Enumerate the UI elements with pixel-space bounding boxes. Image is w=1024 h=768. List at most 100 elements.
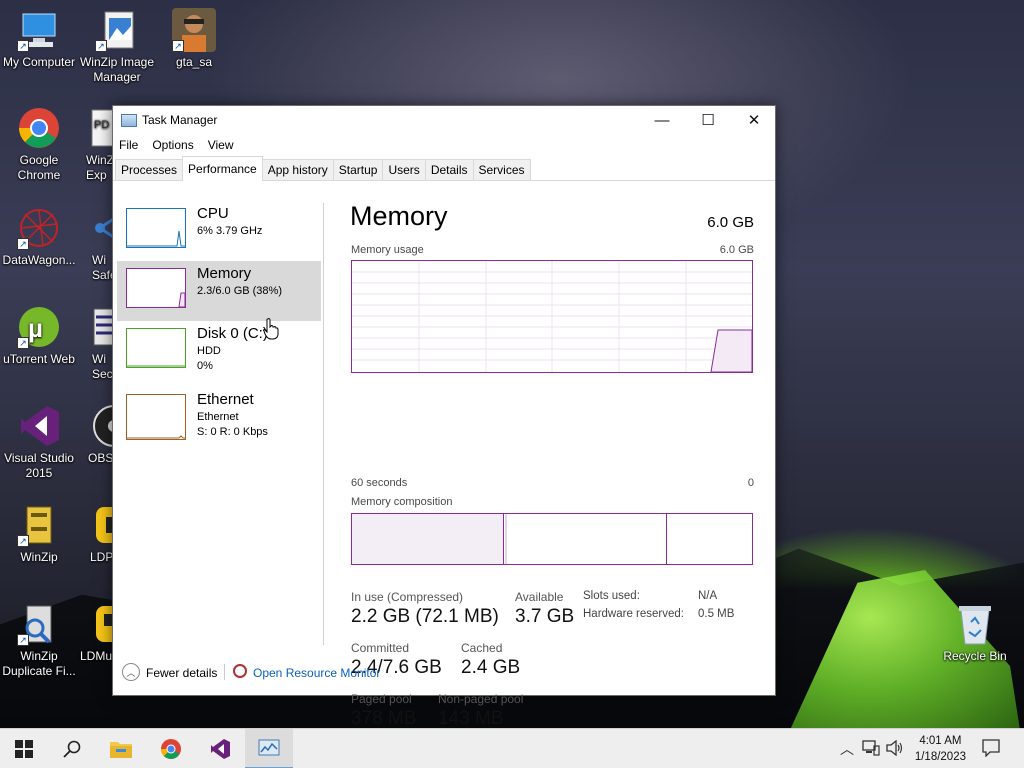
taskbar: ︿ 4:01 AM 1/18/2023 <box>0 728 1024 768</box>
desktop-icon-label: DataWagon... <box>2 253 76 267</box>
non-paged-pool-value: 143 MB <box>438 708 504 729</box>
resource-detail: 2.3/6.0 GB (38%) <box>197 285 282 297</box>
resource-name: Memory <box>197 265 252 282</box>
maximize-button[interactable]: ☐ <box>685 106 731 134</box>
memory-usage-graph <box>351 260 753 373</box>
winzip-icon: ↗ <box>17 503 61 547</box>
resource-detail-2: 0% <box>197 360 213 372</box>
desktop-icon-visual-studio-2015[interactable]: Visual Studio 2015 <box>0 404 78 481</box>
tab-details[interactable]: Details <box>424 159 474 180</box>
composition-in-use <box>352 514 504 564</box>
in-use-value: 2.2 GB (72.1 MB) <box>351 606 499 627</box>
desktop-icon-recycle-bin[interactable]: Recycle Bin <box>936 602 1014 664</box>
resource-monitor-icon <box>233 664 247 678</box>
memory-usage-label: Memory usage <box>351 244 424 256</box>
recycle-bin-icon <box>953 602 997 646</box>
tab-processes[interactable]: Processes <box>115 159 184 180</box>
available-value: 3.7 GB <box>515 606 575 627</box>
desktop-icon-datawagon[interactable]: ↗ DataWagon... <box>0 206 78 268</box>
menu-view[interactable]: View <box>208 138 234 152</box>
graph-time-right: 0 <box>747 477 754 489</box>
panel-heading: Memory <box>350 201 448 231</box>
resource-item-ethernet[interactable]: Ethernet Ethernet S: 0 R: 0 Kbps <box>117 387 321 447</box>
menu-options[interactable]: Options <box>152 138 193 152</box>
desktop-icon-my-computer[interactable]: ↗ My Computer <box>0 8 78 70</box>
taskbar-file-explorer[interactable] <box>97 729 145 768</box>
resource-item-memory[interactable]: Memory 2.3/6.0 GB (38%) <box>117 261 321 321</box>
desktop-icon-utorrent-web[interactable]: µ ↗ uTorrent Web <box>0 305 78 367</box>
desktop-icon-winzip-image-manager[interactable]: ↗ WinZip Image Manager <box>78 8 156 85</box>
disk-thumbnail-graph <box>126 328 186 368</box>
clock-time: 4:01 AM <box>919 735 962 747</box>
desktop-icon-label: gta_sa <box>175 55 213 69</box>
title-bar[interactable]: Task Manager — ☐ ✕ <box>113 106 775 134</box>
chevron-up-icon[interactable]: ︿ <box>122 663 140 681</box>
desktop-icon-winzip[interactable]: ↗ WinZip <box>0 503 78 565</box>
resource-detail-2: S: 0 R: 0 Kbps <box>197 426 268 438</box>
taskbar-chrome[interactable] <box>147 729 195 768</box>
resource-item-cpu[interactable]: CPU 6% 3.79 GHz <box>117 201 321 261</box>
resource-item-disk[interactable]: Disk 0 (C:) HDD 0% <box>117 321 321 381</box>
hardware-reserved-value: 0.5 MB <box>698 608 735 620</box>
taskbar-clock[interactable]: 4:01 AM 1/18/2023 <box>915 733 966 765</box>
desktop-icon-google-chrome[interactable]: Google Chrome <box>0 106 78 183</box>
task-manager-app-icon <box>121 114 137 127</box>
pane-divider[interactable] <box>323 203 324 645</box>
clock-date: 1/18/2023 <box>914 751 966 763</box>
resource-list: CPU 6% 3.79 GHz Memory 2.3/6.0 GB (38%) … <box>113 201 323 646</box>
desktop-icon-label: WinZip <box>20 550 58 564</box>
tab-performance[interactable]: Performance <box>182 156 263 181</box>
committed-label: Committed <box>351 641 410 655</box>
hardware-reserved-label: Hardware reserved: <box>583 608 684 620</box>
menu-file[interactable]: File <box>119 138 138 152</box>
taskbar-visual-studio[interactable] <box>196 729 244 768</box>
graph-time-left: 60 seconds <box>351 477 408 489</box>
notifications-icon[interactable] <box>982 739 1000 760</box>
tab-startup[interactable]: Startup <box>332 159 384 180</box>
desktop-icon-label: Google Chrome <box>17 153 61 182</box>
visual-studio-icon <box>211 739 230 759</box>
svg-text:µ: µ <box>28 313 43 343</box>
chrome-icon <box>161 739 181 759</box>
gta-sa-icon: ↗ <box>172 8 216 52</box>
close-button[interactable]: ✕ <box>731 106 777 134</box>
paged-pool-label: Paged pool <box>351 692 412 706</box>
folder-icon <box>110 742 132 758</box>
utorrent-icon: µ ↗ <box>17 305 61 349</box>
tab-services[interactable]: Services <box>472 159 531 180</box>
chevron-up-icon[interactable]: ︿ <box>840 739 854 759</box>
task-manager-window: Task Manager — ☐ ✕ File Options View Pro… <box>112 105 776 729</box>
taskbar-task-manager[interactable] <box>245 729 293 768</box>
search-button[interactable] <box>48 729 96 768</box>
start-button[interactable] <box>0 729 48 768</box>
slots-used-value: N/A <box>698 590 718 602</box>
available-label: Available <box>515 590 564 604</box>
computer-icon: ↗ <box>17 8 61 52</box>
fewer-details-link[interactable]: Fewer details <box>146 666 217 680</box>
volume-icon[interactable] <box>886 739 904 759</box>
hand-cursor-icon <box>263 318 279 340</box>
chrome-icon <box>17 106 61 150</box>
open-resource-monitor-link[interactable]: Open Resource Monitor <box>253 666 380 680</box>
cpu-thumbnail-graph <box>126 208 186 248</box>
desktop-icon-label: My Computer <box>2 55 76 69</box>
resource-name: Ethernet <box>197 391 254 408</box>
resource-name: Disk 0 (C:) <box>197 325 268 342</box>
memory-thumbnail-graph <box>126 268 186 308</box>
in-use-label: In use (Compressed) <box>351 590 464 604</box>
desktop-icon-label: Visual Studio 2015 <box>4 451 74 480</box>
desktop-icon-winzip-duplicate-finder[interactable]: ↗ WinZip Duplicate Fi... <box>0 602 78 679</box>
svg-text:PD: PD <box>94 119 109 131</box>
minimize-button[interactable]: — <box>639 106 685 134</box>
resource-name: CPU <box>197 205 229 222</box>
search-icon <box>63 740 81 758</box>
tab-users[interactable]: Users <box>382 159 426 180</box>
desktop-icon-gta-sa[interactable]: ↗ gta_sa <box>155 8 233 70</box>
task-manager-icon <box>258 739 280 756</box>
footer-bar: ︿ Fewer details Open Resource Monitor <box>113 659 775 685</box>
menu-bar: File Options View <box>113 134 775 156</box>
network-icon[interactable] <box>862 740 880 759</box>
ethernet-thumbnail-graph <box>126 394 186 440</box>
tab-app-history[interactable]: App history <box>261 159 334 180</box>
slots-used-label: Slots used: <box>583 590 640 602</box>
